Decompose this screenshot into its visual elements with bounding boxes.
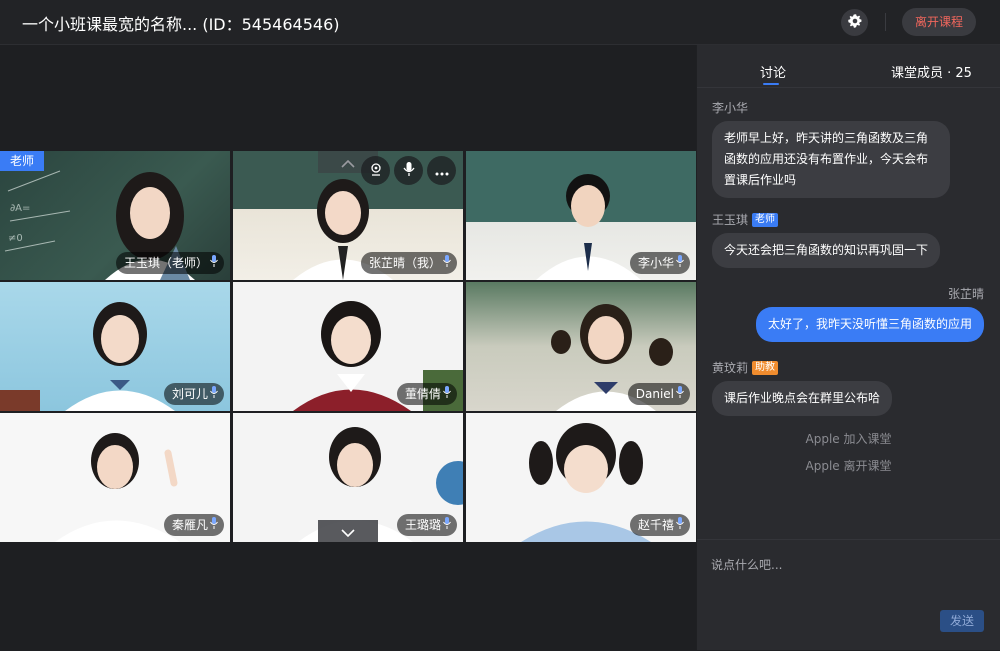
message-sender: 王玉琪 老师: [712, 211, 779, 228]
video-tile[interactable]: 董倩倩: [233, 282, 463, 411]
active-tab-indicator: [763, 83, 779, 85]
sender-name: 李小华: [712, 101, 749, 115]
message-sender: 黄玟莉 助教: [712, 359, 779, 376]
tab-members[interactable]: 课堂成员 · 25: [891, 62, 972, 81]
video-tile-self[interactable]: 张芷晴（我）: [233, 151, 463, 280]
mic-icon: [676, 383, 684, 405]
participant-name-tag: 张芷晴（我）: [360, 252, 457, 274]
participant-name-tag: Daniel: [627, 383, 690, 405]
participant-name: 张芷晴（我）: [368, 256, 441, 270]
mic-icon: [443, 383, 451, 405]
participant-name-tag: 赵千禧: [629, 514, 690, 536]
microphone-icon: [402, 161, 415, 181]
chevron-up-icon: [341, 153, 355, 172]
participant-name: 王璐璐: [404, 518, 441, 532]
chat-message: 今天还会把三角函数的知识再巩固一下: [712, 233, 941, 268]
teacher-role-badge: 老师: [752, 212, 779, 227]
participant-name: 董倩倩: [404, 387, 441, 401]
mic-icon: [676, 514, 684, 536]
participant-name-tag: 刘可儿: [163, 383, 224, 405]
mic-icon: [210, 383, 218, 405]
assistant-role-badge: 助教: [752, 360, 779, 375]
participant-name: 刘可儿: [171, 387, 208, 401]
video-tile[interactable]: Daniel: [466, 282, 696, 411]
message-line: 老师早上好，昨天讲的三角函数及三角: [724, 131, 929, 145]
message-line: 太好了，我昨天没听懂三角函数的应用: [767, 317, 972, 331]
message-line: 置课后作业吗: [724, 173, 797, 187]
video-stage: ∂A= ≠0 老师 王玉琪（老师） 张芷晴（我） 李小华 刘可儿 董倩倩 Dan…: [0, 45, 696, 650]
system-message: Apple 离开课堂: [805, 459, 892, 473]
participant-name-tag: 董倩倩: [396, 383, 457, 405]
system-message: Apple 加入课堂: [805, 432, 892, 446]
participant-name: 秦雁凡: [171, 518, 208, 532]
chat-input[interactable]: 说点什么吧...: [711, 556, 782, 573]
video-tile-teacher[interactable]: ∂A= ≠0 老师 王玉琪（老师）: [0, 151, 230, 280]
participant-name-tag: 王璐璐: [396, 514, 457, 536]
participant-name: 李小华: [637, 256, 674, 270]
mic-icon: [676, 252, 684, 274]
tab-discussion[interactable]: 讨论: [760, 62, 786, 81]
send-button[interactable]: 发送: [940, 610, 984, 632]
camera-icon: [369, 161, 383, 180]
video-tile[interactable]: 赵千禧: [466, 413, 696, 542]
video-grid: ∂A= ≠0 老师 王玉琪（老师） 张芷晴（我） 李小华 刘可儿 董倩倩 Dan…: [0, 151, 696, 543]
message-sender: 张芷晴: [948, 285, 984, 302]
participant-name: 王玉琪（老师）: [123, 256, 208, 270]
sender-name: 黄玟莉: [712, 361, 749, 375]
more-icon: [435, 161, 449, 180]
message-line: 今天还会把三角函数的知识再巩固一下: [724, 243, 929, 257]
chat-message: 课后作业晚点会在群里公布哈: [712, 381, 893, 416]
mic-icon: [443, 514, 451, 536]
participant-name-tag: 李小华: [629, 252, 690, 274]
video-tile[interactable]: 刘可儿: [0, 282, 230, 411]
mic-icon: [443, 252, 451, 274]
chat-message: 老师早上好，昨天讲的三角函数及三角 函数的应用还没有布置作业，今天会布 置课后作…: [712, 121, 950, 198]
leave-class-button[interactable]: 离开课程: [902, 8, 976, 36]
teacher-badge: 老师: [0, 151, 45, 171]
gear-icon: [847, 13, 863, 33]
panel-tabs: 讨论 课堂成员 · 25: [697, 45, 1000, 88]
camera-toggle-button[interactable]: [361, 156, 390, 185]
chat-panel: 讨论 课堂成员 · 25 李小华 老师早上好，昨天讲的三角函数及三角 函数的应用…: [697, 45, 1000, 650]
video-tile[interactable]: 王璐璐: [233, 413, 463, 542]
participant-name-tag: 秦雁凡: [163, 514, 224, 536]
participant-name: Daniel: [635, 387, 674, 401]
mic-icon: [210, 252, 218, 274]
sender-name: 张芷晴: [947, 287, 984, 301]
mic-icon: [210, 514, 218, 536]
expand-bottom-tab[interactable]: [318, 520, 378, 542]
class-title: 一个小班课最宽的名称... (ID：545464546): [22, 15, 340, 34]
participant-name: 赵千禧: [637, 518, 674, 532]
header-divider: [885, 13, 886, 31]
sender-name: 王玉琪: [712, 213, 749, 227]
participant-name-tag: 王玉琪（老师）: [115, 252, 224, 274]
top-bar: 一个小班课最宽的名称... (ID：545464546) 离开课程: [0, 0, 1000, 45]
chat-message-self: 太好了，我昨天没听懂三角函数的应用: [755, 307, 984, 342]
message-line: 课后作业晚点会在群里公布哈: [724, 391, 881, 405]
svg-text:≠0: ≠0: [8, 233, 23, 244]
message-line: 函数的应用还没有布置作业，今天会布: [724, 152, 929, 166]
settings-button[interactable]: [841, 9, 868, 36]
more-options-button[interactable]: [427, 156, 456, 185]
microphone-toggle-button[interactable]: [394, 156, 423, 185]
svg-text:∂A=: ∂A=: [10, 203, 30, 214]
chevron-down-icon: [341, 522, 355, 541]
video-tile[interactable]: 李小华: [466, 151, 696, 280]
video-tile[interactable]: 秦雁凡: [0, 413, 230, 542]
message-sender: 李小华: [712, 99, 748, 116]
chat-input-area[interactable]: 说点什么吧... 发送: [697, 539, 1000, 651]
